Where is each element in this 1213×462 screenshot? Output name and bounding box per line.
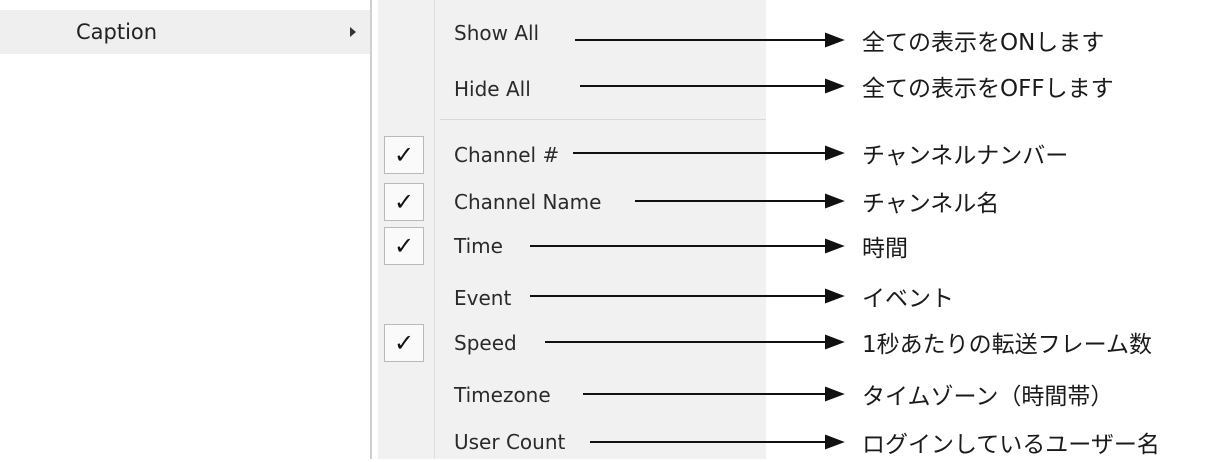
annotation-time: 時間 [862, 236, 908, 262]
arrowhead-icon [825, 334, 845, 350]
arrowhead-icon [825, 193, 845, 209]
arrowhead-icon [825, 288, 845, 304]
annotation-channel-number: チャンネルナンバー [862, 143, 1069, 169]
annotation-timezone: タイムゾーン（時間帯） [862, 384, 1114, 410]
arrowhead-icon [825, 32, 845, 48]
annotation-speed: 1秒あたりの転送フレーム数 [862, 332, 1152, 358]
arrowhead-icon [825, 145, 845, 161]
annotation-hide-all: 全ての表示をOFFします [862, 76, 1114, 102]
arrowhead-icon [825, 78, 845, 94]
annotation-channel-name: チャンネル名 [862, 191, 1000, 217]
annotation-user-count: ログインしているユーザー名 [862, 432, 1160, 458]
annotation-show-all: 全ての表示をONします [862, 30, 1105, 56]
arrowhead-icon [825, 238, 845, 254]
annotation-layer: 全ての表示をONします 全ての表示をOFFします チャンネルナンバー チャンネル… [0, 0, 1213, 459]
arrowhead-icon [825, 386, 845, 402]
arrowhead-icon [825, 434, 845, 450]
annotation-event: イベント [862, 286, 954, 312]
